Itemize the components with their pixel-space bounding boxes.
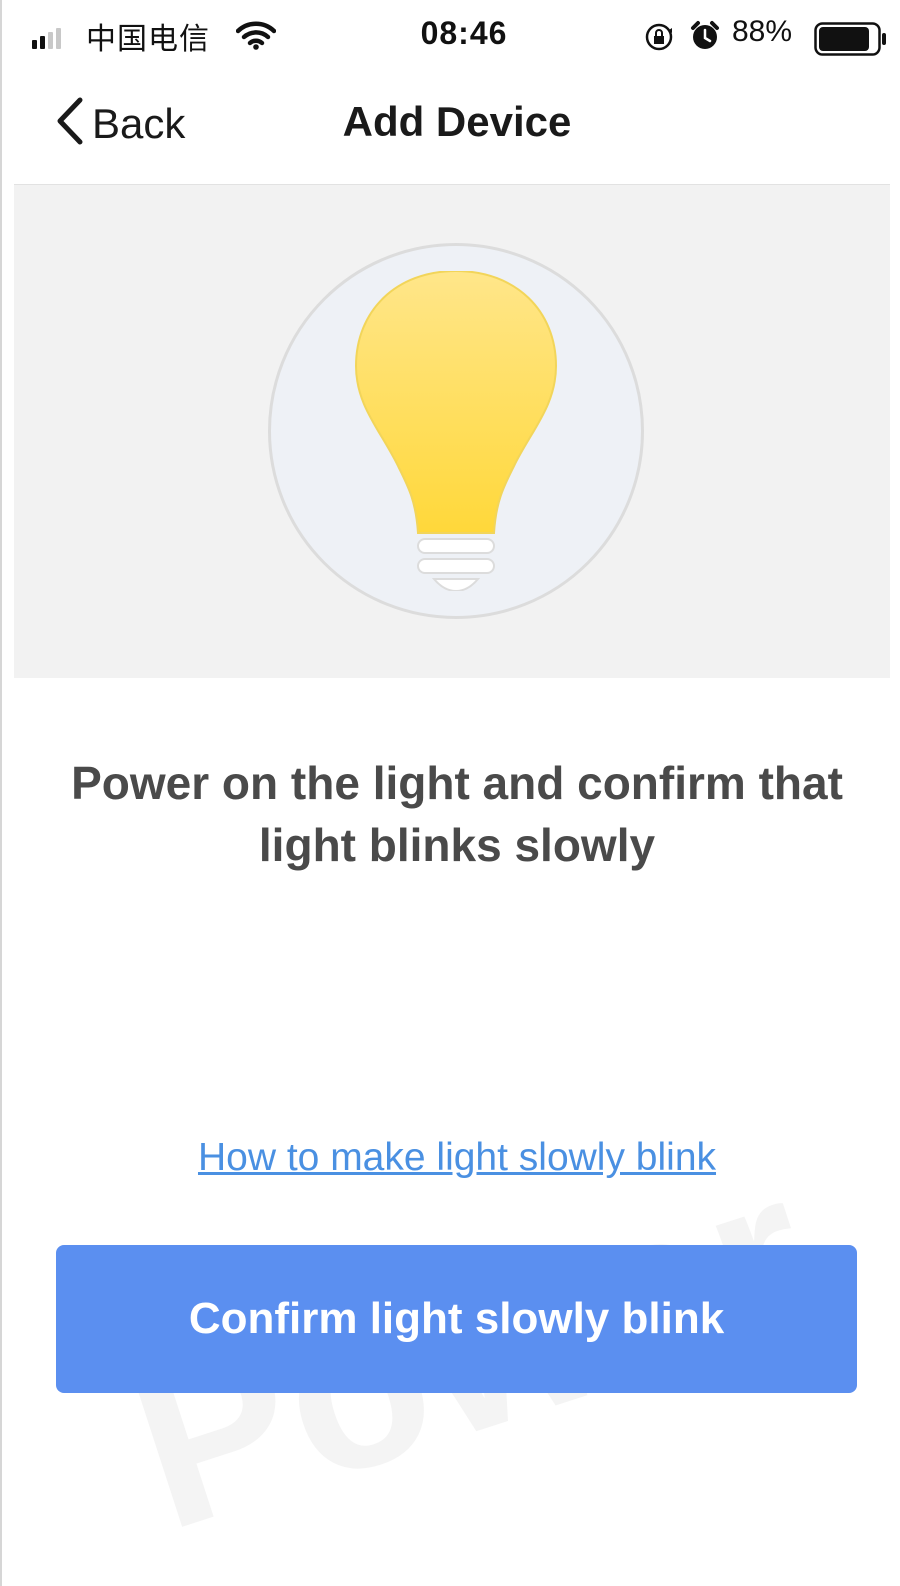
instruction-text: Power on the light and confirm that ligh…: [71, 757, 843, 871]
status-bar: 中国电信 88% 08:46: [14, 6, 890, 68]
phone-screen: 中国电信 88% 08:46 Add Device Back Power on …: [0, 0, 900, 1586]
back-label: Back: [92, 99, 186, 147]
confirm-button[interactable]: Confirm light slowly blink: [56, 1245, 857, 1393]
clock-time: 08:46: [420, 15, 508, 51]
back-button[interactable]: Back: [54, 96, 185, 151]
help-link[interactable]: How to make light slowly blink: [2, 1136, 900, 1180]
chevron-left-icon: [54, 96, 84, 151]
navigation-bar: Add Device Back: [14, 68, 890, 185]
illustration-panel: [14, 185, 890, 678]
screen-edge: [890, 0, 900, 1586]
light-bulb-icon: [354, 271, 558, 591]
